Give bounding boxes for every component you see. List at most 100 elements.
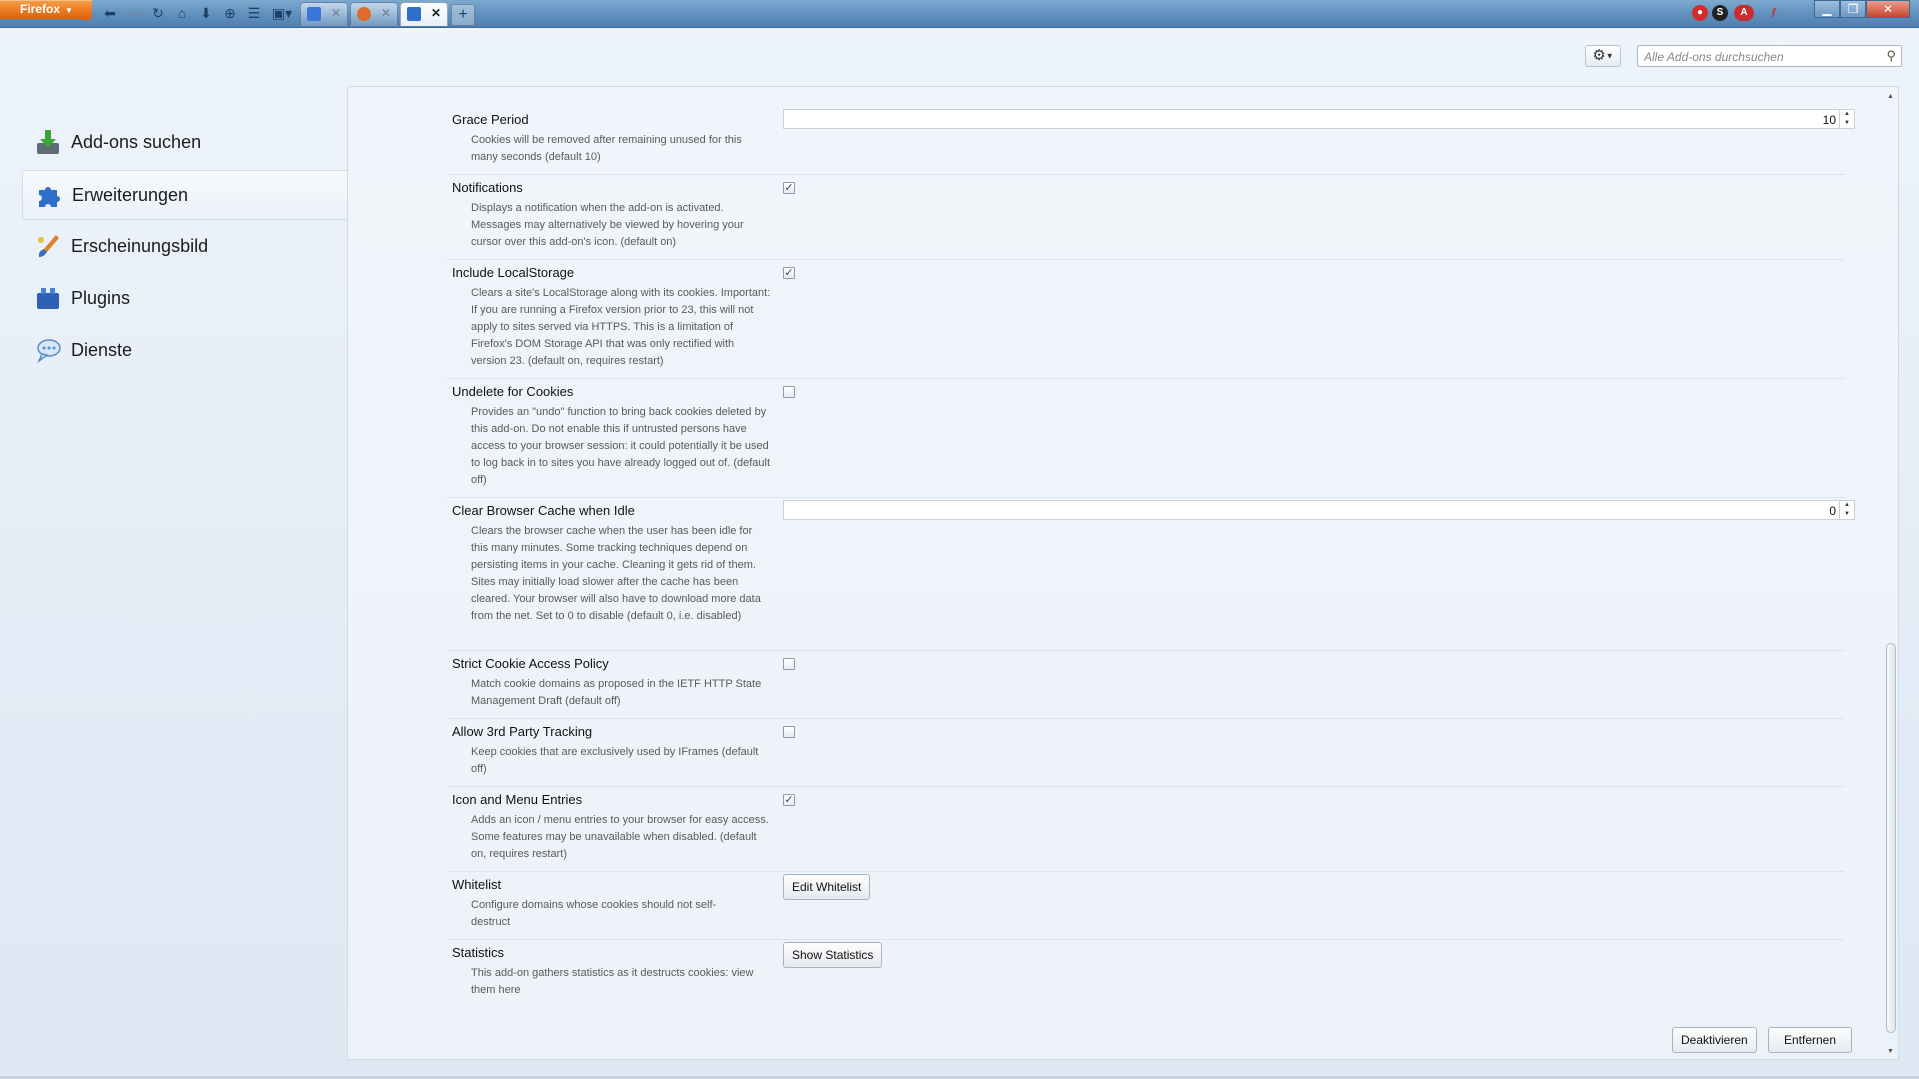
new-tab-button[interactable]: + — [451, 4, 475, 26]
spin-down-icon[interactable]: ▼ — [1840, 510, 1854, 519]
pref-description: Provides an "undo" function to bring bac… — [471, 406, 771, 486]
google-tab[interactable]: ✕ — [300, 2, 348, 26]
chat-bubble-icon — [37, 339, 61, 364]
firefox-menu-button[interactable]: Firefox ▼ — [0, 0, 92, 20]
scroll-up-icon[interactable]: ▲ — [1887, 93, 1894, 100]
clear-cache-spinner[interactable]: ▲ ▼ — [1839, 501, 1854, 519]
download-addons-icon — [37, 130, 59, 154]
search-input[interactable] — [1642, 48, 1876, 66]
pref-description: Configure domains whose cookies should n… — [471, 899, 717, 928]
disable-button[interactable]: Deaktivieren — [1672, 1027, 1757, 1053]
pref-description: Keep cookies that are exclusively used b… — [471, 746, 759, 775]
pref-description: Match cookie domains as proposed in the … — [471, 678, 762, 707]
clear-cache-field: ▲▼ — [783, 500, 1855, 520]
pref-description: Cookies will be removed after remaining … — [471, 134, 742, 163]
pref-strict-cookie-policy: Strict Cookie Access Policy Match cookie… — [447, 651, 1845, 719]
grace-period-spinner[interactable]: ▲ ▼ — [1839, 110, 1854, 128]
title-bar: Firefox ▼ ⬅ ➡ ↻ ⌂ ⬇ ⊕ ☰ ▣▾ ✕ ✕ ✕ + ● S A … — [0, 0, 1919, 28]
sidebar-item-plugins[interactable]: Plugins — [22, 274, 347, 324]
pref-clear-cache-idle: Clear Browser Cache when Idle Clears the… — [447, 498, 1855, 651]
pref-title: Strict Cookie Access Policy — [452, 656, 609, 671]
pref-description: Displays a notification when the add-on … — [471, 202, 744, 248]
clear-cache-input[interactable] — [786, 502, 1838, 520]
addon-preferences-panel: Grace Period Cookies will be removed aft… — [347, 86, 1899, 1060]
history-icon — [357, 7, 371, 21]
scrollbar[interactable]: ▲ ▼ — [1884, 87, 1898, 1059]
chevron-down-icon: ▼ — [65, 6, 73, 15]
sidebar-item-label: Erscheinungsbild — [71, 236, 209, 256]
edit-whitelist-button[interactable]: Edit Whitelist — [783, 874, 871, 900]
window-close-icon[interactable]: ✕ — [1866, 0, 1910, 18]
reload-icon[interactable]: ↻ — [148, 4, 168, 22]
tools-menu-button[interactable]: ⚙▼ — [1585, 45, 1621, 67]
adblock-icon[interactable]: ● — [1692, 5, 1708, 21]
addons-search: ⚲ — [1637, 45, 1902, 67]
plugin-blocks-icon — [37, 288, 59, 309]
sidebar-item-get-addons[interactable]: Add-ons suchen — [22, 118, 347, 168]
spin-up-icon[interactable]: ▲ — [1840, 501, 1854, 510]
history-tab[interactable]: ✕ — [350, 2, 398, 26]
grace-period-input[interactable] — [786, 111, 1838, 129]
close-icon[interactable]: ✕ — [331, 6, 341, 20]
scrollbar-thumb[interactable] — [1886, 643, 1896, 1033]
close-icon[interactable]: ✕ — [381, 6, 391, 20]
pref-third-party-tracking: Allow 3rd Party Tracking Keep cookies th… — [447, 719, 1845, 787]
close-icon[interactable]: ✕ — [431, 6, 441, 20]
pref-description: Adds an icon / menu entries to your brow… — [471, 814, 769, 860]
gear-icon: ⚙ — [1592, 47, 1606, 64]
self-destruct-icon[interactable]: S — [1712, 5, 1728, 21]
bookmarks-menu-icon[interactable]: ▣▾ — [268, 4, 296, 22]
pref-title: Grace Period — [452, 112, 529, 127]
grace-period-field: ▲▼ — [783, 109, 1855, 129]
remove-button[interactable]: Entfernen — [1768, 1027, 1852, 1053]
maximize-icon[interactable]: ❐ — [1840, 0, 1866, 18]
pref-title: Icon and Menu Entries — [452, 792, 583, 807]
minimize-icon[interactable]: ▁ — [1814, 0, 1840, 18]
chevron-down-icon: ▼ — [1605, 51, 1614, 61]
spin-up-icon[interactable]: ▲ — [1840, 110, 1854, 119]
pref-title: Include LocalStorage — [452, 265, 575, 280]
pref-description: Clears a site's LocalStorage along with … — [471, 287, 771, 367]
flash-icon[interactable]: ƒ — [1766, 5, 1782, 21]
pref-grace-period: Grace Period Cookies will be removed aft… — [447, 107, 1855, 175]
pref-title: Allow 3rd Party Tracking — [452, 724, 593, 739]
pref-title: Whitelist — [452, 877, 502, 892]
sidebar-item-appearance[interactable]: Erscheinungsbild — [22, 222, 347, 272]
spin-down-icon[interactable]: ▼ — [1840, 119, 1854, 128]
pref-description: Clears the browser cache when the user h… — [471, 525, 761, 622]
scroll-down-icon[interactable]: ▼ — [1887, 1048, 1894, 1055]
pref-whitelist: Whitelist Configure domains whose cookie… — [447, 872, 1845, 940]
google-icon — [307, 7, 321, 21]
pref-notifications: Notifications Displays a notification wh… — [447, 175, 1845, 260]
show-statistics-button[interactable]: Show Statistics — [783, 942, 883, 968]
category-sidebar: Add-ons suchen Erweiterungen Erscheinung… — [22, 118, 347, 378]
icon-menu-checkbox[interactable]: ✓ — [783, 794, 795, 806]
search-icon[interactable]: ⚲ — [1886, 48, 1896, 64]
undelete-checkbox[interactable] — [783, 386, 795, 398]
abp-icon[interactable]: A — [1734, 5, 1754, 21]
localstorage-checkbox[interactable]: ✓ — [783, 267, 795, 279]
forward-icon[interactable]: ➡ — [124, 4, 144, 22]
addons-tab[interactable]: ✕ — [400, 2, 448, 26]
download-icon[interactable]: ⬇ — [196, 4, 216, 22]
sidebar-item-extensions[interactable]: Erweiterungen — [22, 170, 347, 220]
firefox-menu-label: Firefox — [20, 2, 61, 16]
back-icon[interactable]: ⬅ — [100, 4, 120, 22]
third-party-checkbox[interactable] — [783, 726, 795, 738]
pref-undelete-cookies: Undelete for Cookies Provides an "undo" … — [447, 379, 1845, 498]
pref-title: Statistics — [452, 945, 505, 960]
rss-icon[interactable]: ☰ — [244, 4, 264, 22]
pref-title: Notifications — [452, 180, 523, 195]
pref-include-localstorage: Include LocalStorage Clears a site's Loc… — [447, 260, 1845, 379]
pref-description: This add-on gathers statistics as it des… — [471, 967, 754, 996]
notifications-checkbox[interactable]: ✓ — [783, 182, 795, 194]
pref-icon-menu-entries: Icon and Menu Entries Adds an icon / men… — [447, 787, 1845, 872]
pref-statistics: Statistics This add-on gathers statistic… — [447, 940, 1845, 1007]
paintbrush-icon — [38, 235, 59, 257]
puzzle-icon — [407, 7, 421, 21]
strict-policy-checkbox[interactable] — [783, 658, 795, 670]
sync-icon[interactable]: ⊕ — [220, 4, 240, 22]
sidebar-item-label: Add-ons suchen — [71, 132, 202, 152]
home-icon[interactable]: ⌂ — [172, 4, 192, 22]
sidebar-item-services[interactable]: Dienste — [22, 326, 347, 376]
